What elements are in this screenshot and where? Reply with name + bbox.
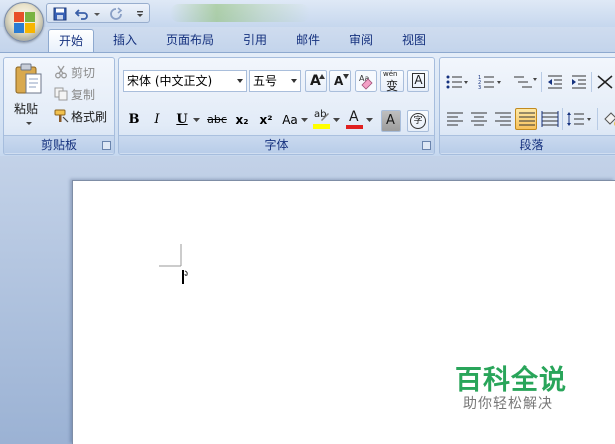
- tab-insert[interactable]: 插入: [106, 29, 144, 53]
- character-border-button[interactable]: A: [407, 70, 429, 92]
- tab-page-layout[interactable]: 页面布局: [160, 29, 220, 53]
- text-highlight-button[interactable]: ab: [312, 109, 332, 131]
- font-size-combo[interactable]: 五号: [249, 70, 301, 92]
- align-left-icon[interactable]: [446, 111, 464, 127]
- highlighter-icon: [321, 113, 329, 121]
- undo-icon[interactable]: [75, 7, 89, 21]
- paragraph-group: 1 2 3 段落: [439, 57, 615, 155]
- format-painter-icon: [54, 109, 69, 123]
- ribbon-tab-bar: 开始 插入 页面布局 引用 邮件 审阅 视图: [0, 27, 615, 53]
- align-right-icon[interactable]: [494, 111, 512, 127]
- separator: [591, 72, 592, 92]
- paragraph-group-label: 段落: [440, 135, 615, 153]
- strikethrough-button[interactable]: abc: [205, 109, 229, 133]
- justify-button-active[interactable]: [515, 108, 537, 130]
- enclose-characters-button[interactable]: 字: [407, 110, 429, 132]
- superscript-button[interactable]: x²: [256, 109, 276, 133]
- underline-button[interactable]: U: [173, 109, 191, 133]
- separator: [562, 108, 563, 130]
- paste-button[interactable]: 粘贴: [14, 100, 38, 117]
- italic-button[interactable]: I: [148, 109, 166, 133]
- save-icon[interactable]: [53, 7, 67, 21]
- paste-icon[interactable]: [14, 62, 44, 96]
- clipboard-dialog-launcher[interactable]: [102, 141, 111, 150]
- chevron-down-icon[interactable]: [291, 79, 297, 83]
- quick-access-toolbar: [46, 3, 150, 23]
- phonetic-guide-button[interactable]: wén 变: [380, 70, 404, 93]
- numbering-icon[interactable]: 1 2 3: [478, 74, 502, 90]
- font-size-value: 五号: [253, 74, 278, 88]
- tab-references[interactable]: 引用: [235, 29, 275, 53]
- office-button[interactable]: [4, 2, 44, 42]
- tab-home[interactable]: 开始: [48, 29, 94, 53]
- align-center-icon[interactable]: [470, 111, 488, 127]
- highlight-dropdown-icon[interactable]: [333, 118, 340, 123]
- change-case-button[interactable]: Aa: [279, 109, 301, 133]
- separator: [597, 108, 598, 130]
- justify-icon: [519, 112, 535, 126]
- multilevel-list-icon[interactable]: [512, 74, 538, 90]
- font-name-value: 宋体 (中文正文): [127, 74, 213, 88]
- cut-button[interactable]: 剪切: [71, 64, 95, 81]
- watermark-subtitle: 助你轻松解决: [463, 396, 553, 412]
- copy-button[interactable]: 复制: [71, 86, 95, 103]
- grow-font-button[interactable]: A: [305, 70, 327, 92]
- svg-text:3: 3: [478, 85, 481, 90]
- font-color-button[interactable]: A: [345, 109, 365, 131]
- change-case-dropdown-icon[interactable]: [301, 118, 308, 123]
- separator: [541, 72, 542, 92]
- font-dialog-launcher[interactable]: [422, 141, 431, 150]
- clear-formatting-icon[interactable]: Aa: [355, 70, 377, 92]
- font-group: 宋体 (中文正文) 五号 A A Aa wén 变 A B I U abc x₂…: [118, 57, 435, 155]
- redo-icon[interactable]: [109, 7, 123, 21]
- paste-dropdown-icon[interactable]: [25, 121, 33, 127]
- character-shading-button[interactable]: A: [381, 110, 401, 132]
- decrease-indent-icon[interactable]: [546, 73, 564, 91]
- clipboard-group-label: 剪贴板: [4, 135, 114, 153]
- bullets-icon[interactable]: [446, 74, 468, 90]
- phonetic-char-label: 变: [386, 79, 399, 93]
- grow-arrow-icon: [319, 74, 325, 79]
- cut-icon: [55, 65, 67, 79]
- distributed-align-icon[interactable]: [541, 110, 559, 128]
- watermark-title: 百科全说: [455, 365, 567, 396]
- text-cursor-icon: [182, 270, 188, 284]
- chevron-down-icon[interactable]: [237, 79, 243, 83]
- font-color-swatch: [346, 125, 363, 129]
- bold-button[interactable]: B: [125, 109, 143, 133]
- undo-dropdown-icon[interactable]: [93, 7, 101, 21]
- shrink-arrow-icon: [343, 74, 349, 79]
- subscript-button[interactable]: x₂: [232, 109, 252, 133]
- office-logo-icon: [14, 12, 35, 33]
- shrink-font-button[interactable]: A: [329, 70, 351, 92]
- increase-indent-icon[interactable]: [570, 73, 588, 91]
- font-group-label: 字体: [119, 135, 434, 153]
- ribbon: 粘贴 剪切 复制 格式刷 剪贴板 宋体 (中文正文) 五号 A A Aa wén…: [0, 52, 615, 156]
- clipboard-group: 粘贴 剪切 复制 格式刷 剪贴板: [3, 57, 115, 155]
- underline-dropdown-icon[interactable]: [193, 118, 200, 123]
- font-color-dropdown-icon[interactable]: [366, 118, 373, 123]
- shading-icon[interactable]: [601, 110, 615, 128]
- format-painter-button[interactable]: 格式刷: [71, 108, 107, 125]
- tab-view[interactable]: 视图: [394, 29, 434, 53]
- font-name-combo[interactable]: 宋体 (中文正文): [123, 70, 247, 92]
- highlight-color-swatch: [313, 124, 330, 129]
- customize-toolbar-icon[interactable]: [135, 7, 145, 21]
- tab-mailings[interactable]: 邮件: [288, 29, 328, 53]
- line-spacing-icon[interactable]: [566, 110, 594, 128]
- copy-icon: [54, 87, 68, 101]
- title-text-blurred: [170, 4, 310, 22]
- tab-review[interactable]: 审阅: [341, 29, 381, 53]
- chinese-layout-icon[interactable]: [595, 73, 615, 91]
